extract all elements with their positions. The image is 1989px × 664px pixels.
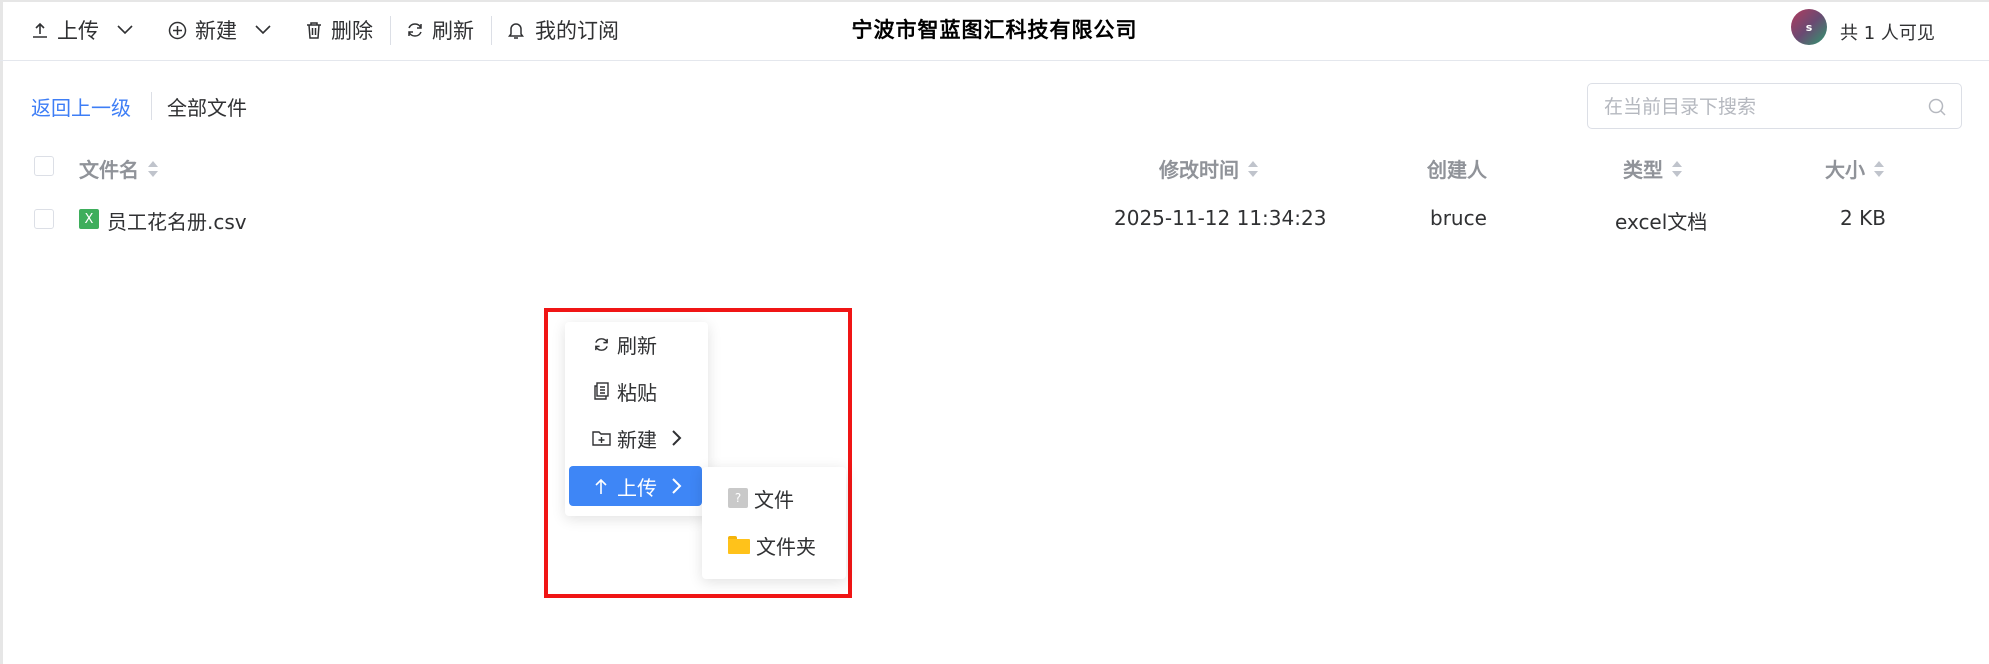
search-input[interactable] bbox=[1602, 93, 1906, 121]
folder-icon bbox=[728, 536, 750, 554]
back-link[interactable]: 返回上一级 bbox=[31, 92, 131, 121]
menu-item-label: 上传 bbox=[617, 475, 657, 500]
file-type: excel文档 bbox=[1615, 210, 1708, 234]
unknown-file-icon: ? bbox=[728, 488, 748, 508]
column-header-type[interactable]: 类型 bbox=[1623, 154, 1683, 183]
arrow-up-icon bbox=[591, 476, 611, 496]
context-menu-refresh[interactable]: 刷新 bbox=[569, 324, 702, 364]
search-box bbox=[1587, 83, 1962, 129]
refresh-icon bbox=[591, 334, 611, 354]
breadcrumb-current[interactable]: 全部文件 bbox=[167, 92, 247, 121]
file-size: 2 KB bbox=[1840, 206, 1886, 230]
window-left-border bbox=[0, 0, 3, 664]
menu-item-label: 刷新 bbox=[617, 333, 657, 358]
toolbar: 上传 新建 删除 刷新 我的订阅 宁波市智蓝图汇科技有限公司 s 共 1 人可见 bbox=[0, 0, 1989, 61]
menu-item-label: 粘贴 bbox=[617, 380, 657, 405]
file-modified-time: 2025-11-12 11:34:23 bbox=[1114, 206, 1327, 230]
column-header-label: 文件名 bbox=[79, 158, 139, 182]
context-menu-new[interactable]: 新建 bbox=[569, 418, 702, 458]
column-header-label: 创建人 bbox=[1427, 158, 1487, 182]
sort-icon[interactable] bbox=[147, 159, 159, 179]
file-name[interactable]: 员工花名册.csv bbox=[107, 206, 247, 235]
avatar[interactable]: s bbox=[1791, 9, 1827, 45]
sort-icon[interactable] bbox=[1247, 159, 1259, 179]
submenu-upload-folder[interactable]: 文件夹 bbox=[728, 527, 816, 563]
file-creator: bruce bbox=[1430, 206, 1487, 230]
column-header-label: 大小 bbox=[1825, 158, 1865, 182]
chevron-right-icon bbox=[672, 430, 682, 446]
upload-submenu: ? 文件 文件夹 bbox=[702, 467, 846, 579]
chevron-right-icon bbox=[672, 478, 682, 494]
search-icon[interactable] bbox=[1927, 97, 1947, 117]
row-checkbox[interactable] bbox=[34, 209, 54, 229]
context-menu-paste[interactable]: 粘贴 bbox=[569, 371, 702, 411]
paste-icon bbox=[591, 381, 611, 401]
column-header-modified[interactable]: 修改时间 bbox=[1159, 154, 1259, 183]
company-name: 宁波市智蓝图汇科技有限公司 bbox=[851, 18, 1138, 42]
submenu-upload-file[interactable]: ? 文件 bbox=[728, 480, 794, 516]
breadcrumb-divider bbox=[151, 92, 152, 120]
column-header-creator: 创建人 bbox=[1427, 154, 1487, 183]
column-header-label: 修改时间 bbox=[1159, 158, 1239, 182]
sort-icon[interactable] bbox=[1671, 159, 1683, 179]
sort-icon[interactable] bbox=[1873, 159, 1885, 179]
context-menu-upload[interactable]: 上传 bbox=[569, 466, 702, 506]
context-menu: 刷新 粘贴 新建 上传 bbox=[565, 322, 708, 516]
menu-item-label: 新建 bbox=[617, 427, 657, 452]
excel-icon: X bbox=[79, 209, 99, 229]
submenu-item-label: 文件 bbox=[754, 487, 794, 512]
column-header-size[interactable]: 大小 bbox=[1825, 154, 1885, 183]
visibility-count[interactable]: 共 1 人可见 bbox=[1840, 19, 1935, 45]
column-header-name[interactable]: 文件名 bbox=[79, 154, 159, 183]
column-header-label: 类型 bbox=[1623, 158, 1663, 182]
select-all-checkbox[interactable] bbox=[34, 156, 54, 176]
submenu-item-label: 文件夹 bbox=[756, 534, 816, 559]
new-folder-icon bbox=[591, 428, 611, 448]
